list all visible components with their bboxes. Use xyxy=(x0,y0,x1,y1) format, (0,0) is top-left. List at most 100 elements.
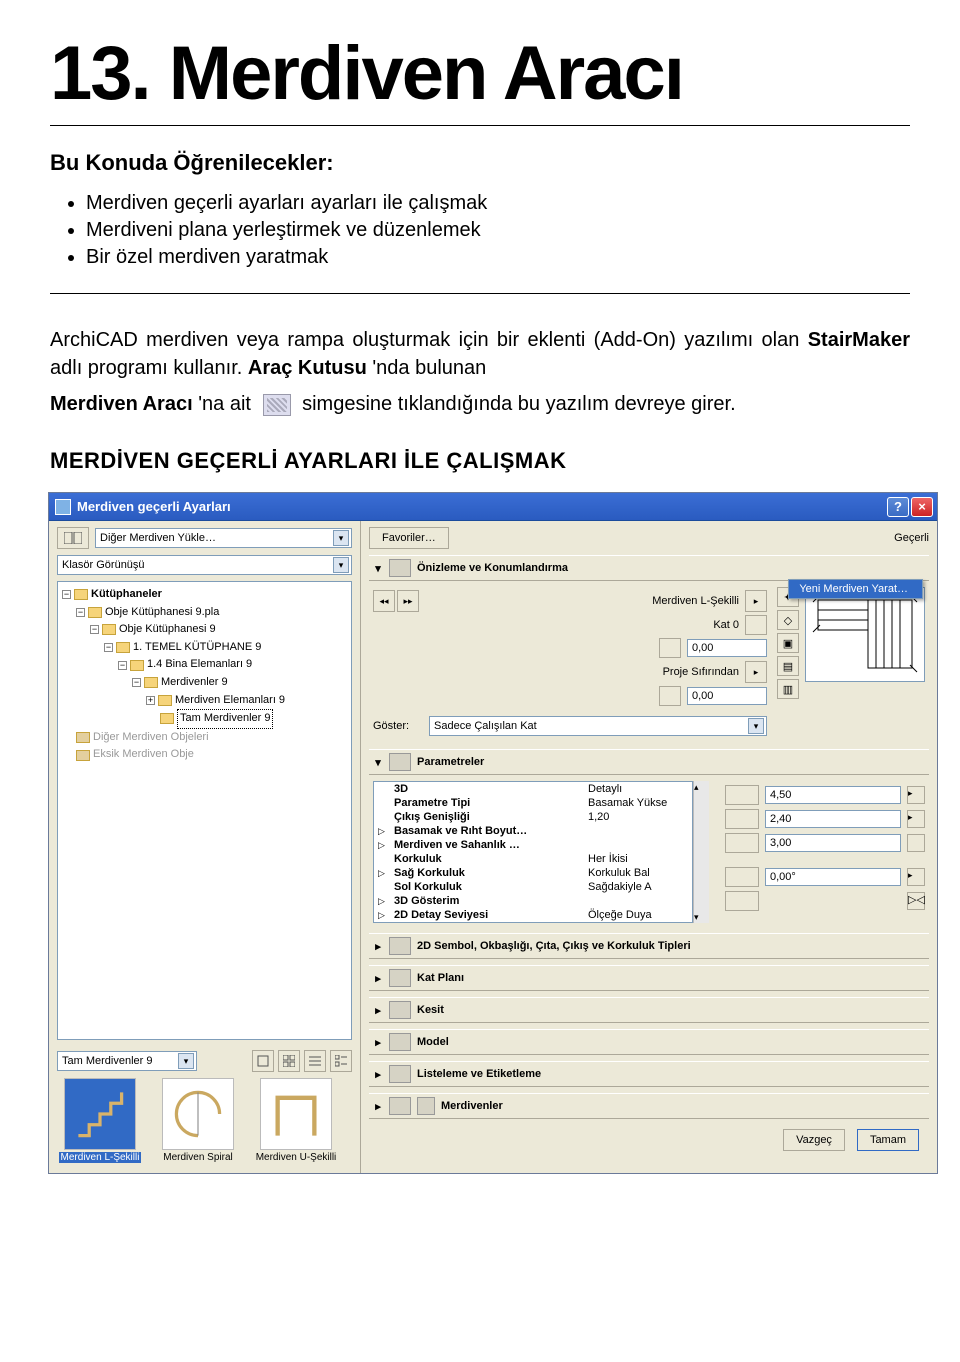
panel-title: Önizleme ve Konumlandırma xyxy=(417,562,568,574)
panel-title: Kat Planı xyxy=(417,972,464,984)
collapsed-panel[interactable]: ▸2D Sembol, Okbaşlığı, Çıta, Çıkış ve Ko… xyxy=(369,933,929,959)
dim-input[interactable]: 4,50 xyxy=(765,786,901,804)
collapse-icon[interactable]: − xyxy=(118,661,127,670)
ok-button[interactable]: Tamam xyxy=(857,1129,919,1151)
parameter-grid[interactable]: 3DDetaylı Parametre TipiBasamak Yükse Çı… xyxy=(373,781,693,923)
layout-toggle-icon[interactable] xyxy=(57,527,89,549)
close-button[interactable]: × xyxy=(911,497,933,517)
panel-icon xyxy=(389,1065,411,1083)
tree-label[interactable]: Obje Kütüphanesi 9.pla xyxy=(105,604,219,622)
height2-input[interactable]: 0,00 xyxy=(687,687,767,705)
anchor-icon[interactable]: ▥ xyxy=(777,679,799,699)
collapse-icon[interactable]: − xyxy=(132,678,141,687)
tree-label[interactable]: Diğer Merdiven Objeleri xyxy=(93,729,209,747)
collapsed-panel[interactable]: ▸Model xyxy=(369,1029,929,1055)
thumb-caption: Merdiven Spiral xyxy=(163,1152,232,1163)
thumb-image xyxy=(260,1078,332,1150)
text-bold: StairMaker xyxy=(808,329,910,351)
scroll-down-icon[interactable]: ▾ xyxy=(694,911,709,923)
collapse-icon[interactable]: − xyxy=(104,643,113,652)
chevron-down-icon: ▾ xyxy=(178,1053,194,1069)
anchor-icon[interactable]: ◇ xyxy=(777,610,799,630)
anchor-icon[interactable]: ▤ xyxy=(777,656,799,676)
collapsed-panel[interactable]: ▸Listeleme ve Etiketleme xyxy=(369,1061,929,1087)
expand-icon[interactable]: + xyxy=(146,696,155,705)
thumb-caption: Merdiven U-Şekilli xyxy=(256,1152,337,1163)
flag-button[interactable] xyxy=(907,834,925,852)
story-icon[interactable] xyxy=(745,615,767,635)
height-icon xyxy=(659,638,681,658)
view-small-icon[interactable] xyxy=(278,1050,300,1072)
combo-label: Sadece Çalışılan Kat xyxy=(434,720,537,732)
chevron-down-icon: ▾ xyxy=(333,530,349,546)
folder-icon xyxy=(144,677,158,688)
panel-title: 2D Sembol, Okbaşlığı, Çıta, Çıkış ve Kor… xyxy=(417,940,691,952)
collapse-icon[interactable]: − xyxy=(62,590,71,599)
next-button[interactable]: ▸▸ xyxy=(397,590,419,612)
panel-icon xyxy=(389,1097,411,1115)
collapse-icon[interactable]: − xyxy=(76,608,85,617)
scroll-up-icon[interactable]: ▴ xyxy=(694,781,709,793)
flag-button[interactable]: ▸ xyxy=(907,810,925,828)
thumb-folder-combo[interactable]: Tam Merdivenler 9 ▾ xyxy=(57,1051,197,1071)
mirror-button[interactable]: ▷◁ xyxy=(907,892,925,910)
parameters-panel-header[interactable]: ▾ Parametreler xyxy=(369,749,929,775)
tree-label[interactable]: Merdiven Elemanları 9 xyxy=(175,692,285,710)
panel-title: Merdivenler xyxy=(441,1100,503,1112)
stair-thumb-u[interactable]: Merdiven U-Şekilli xyxy=(253,1078,339,1163)
expand-icon: ▸ xyxy=(373,1100,383,1113)
flag-button[interactable]: ▸ xyxy=(907,868,925,886)
text: 'na ait xyxy=(198,393,251,415)
show-label: Göster: xyxy=(373,720,423,732)
tree-label-selected[interactable]: Tam Merdivenler 9 xyxy=(177,709,273,729)
origin-label: Proje Sıfırından xyxy=(663,666,739,678)
tree-label[interactable]: Obje Kütüphanesi 9 xyxy=(119,621,216,639)
stair-thumb-l[interactable]: Merdiven L-Şekilli xyxy=(57,1078,143,1163)
tree-label[interactable]: Kütüphaneler xyxy=(91,586,162,604)
scrollbar[interactable]: ▴ ▾ xyxy=(693,781,709,923)
folder-view-combo[interactable]: Klasör Görünüşü ▾ xyxy=(57,555,352,575)
panel-title: Parametreler xyxy=(417,756,484,768)
expand-icon: ▸ xyxy=(373,972,383,985)
collapsed-panel[interactable]: ▸ Merdivenler xyxy=(369,1093,929,1119)
view-large-icon[interactable] xyxy=(252,1050,274,1072)
collapsed-panel[interactable]: ▸ Kat Planı xyxy=(369,965,929,991)
tree-label[interactable]: 1.4 Bina Elemanları 9 xyxy=(147,656,252,674)
tree-label[interactable]: Eksik Merdiven Obje xyxy=(93,746,194,764)
cancel-button[interactable]: Vazgeç xyxy=(783,1129,845,1151)
height-icon xyxy=(659,686,681,706)
folder-icon xyxy=(130,660,144,671)
tree-label[interactable]: Merdivenler 9 xyxy=(161,674,228,692)
prev-button[interactable]: ◂◂ xyxy=(373,590,395,612)
library-tree[interactable]: −Kütüphaneler −Obje Kütüphanesi 9.pla −O… xyxy=(57,581,352,1040)
menu-item[interactable]: Yeni Merdiven Yarat… xyxy=(789,580,922,598)
folder-icon xyxy=(160,713,174,724)
collapsed-panel[interactable]: ▸Kesit xyxy=(369,997,929,1023)
flag-button[interactable]: ▸ xyxy=(907,786,925,804)
thumb-image xyxy=(162,1078,234,1150)
window-title: Merdiven geçerli Ayarları xyxy=(77,499,887,514)
titlebar[interactable]: Merdiven geçerli Ayarları ? × xyxy=(49,493,937,521)
preview-panel-header[interactable]: ▾ Önizleme ve Konumlandırma xyxy=(369,555,929,581)
preview-icon xyxy=(389,559,411,577)
view-detail-icon[interactable] xyxy=(330,1050,352,1072)
height1-input[interactable]: 0,00 xyxy=(687,639,767,657)
load-other-stair-combo[interactable]: Diğer Merdiven Yükle… ▾ xyxy=(95,528,352,548)
stair-thumb-spiral[interactable]: Merdiven Spiral xyxy=(155,1078,241,1163)
anchor-icon[interactable]: ▣ xyxy=(777,633,799,653)
stair-settings-dialog: Merdiven geçerli Ayarları ? × Diğer Merd… xyxy=(48,492,938,1174)
dim-input[interactable]: 0,00° xyxy=(765,868,901,886)
origin-arrow-button[interactable]: ▸ xyxy=(745,661,767,683)
show-floor-combo[interactable]: Sadece Çalışılan Kat ▾ xyxy=(429,716,767,736)
dim-input[interactable]: 2,40 xyxy=(765,810,901,828)
view-list-icon[interactable] xyxy=(304,1050,326,1072)
body-paragraph: Merdiven Aracı 'na ait simgesine tıkland… xyxy=(50,390,910,418)
collapse-icon[interactable]: − xyxy=(90,625,99,634)
new-stair-context-menu[interactable]: Yeni Merdiven Yarat… xyxy=(788,579,923,599)
favorites-button[interactable]: Favoriler… xyxy=(369,527,449,549)
help-button[interactable]: ? xyxy=(887,497,909,517)
options-arrow-button[interactable]: ▸ xyxy=(745,590,767,612)
dim-input[interactable]: 3,00 xyxy=(765,834,901,852)
right-pane: Favoriler… Geçerli ▾ Önizleme ve Konumla… xyxy=(361,521,937,1173)
tree-label[interactable]: 1. TEMEL KÜTÜPHANE 9 xyxy=(133,639,261,657)
